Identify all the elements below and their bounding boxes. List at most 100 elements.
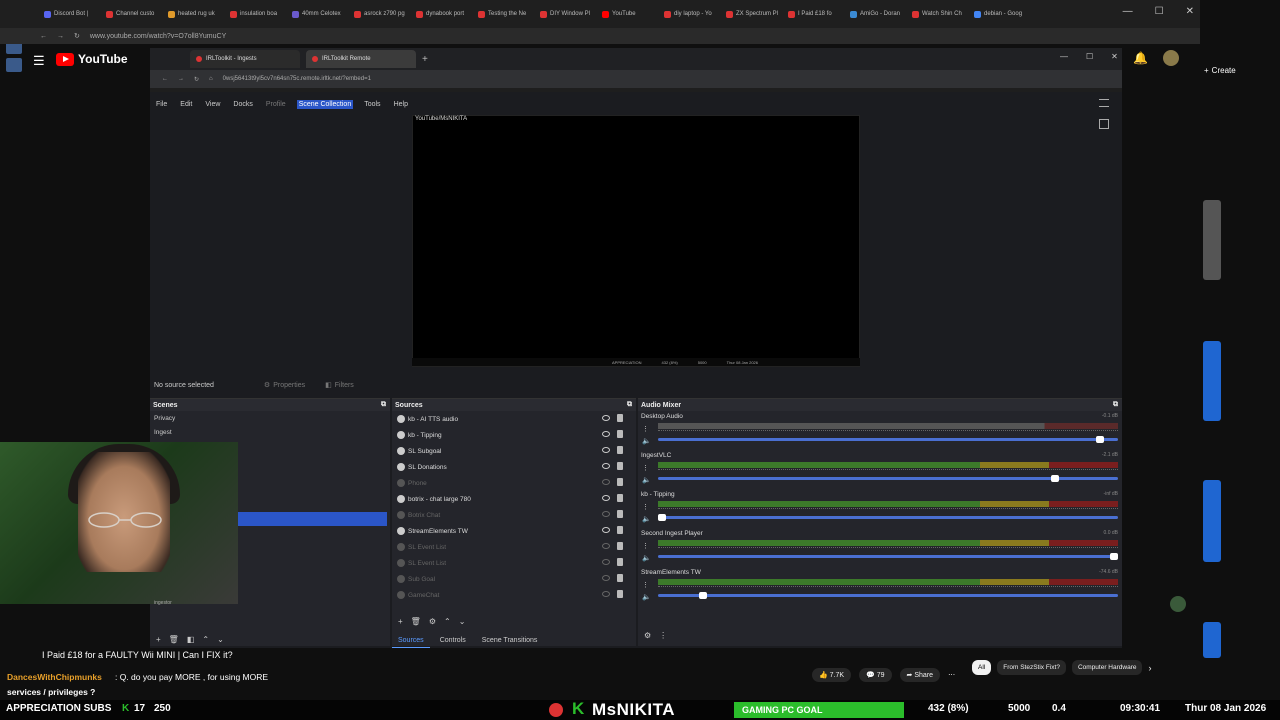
avatar[interactable] — [1163, 50, 1179, 66]
dislike-button[interactable]: 💬 79 — [859, 668, 892, 682]
menu-help[interactable]: Help — [392, 100, 410, 109]
lock-icon[interactable] — [617, 526, 623, 534]
visibility-eye-icon[interactable] — [602, 575, 610, 581]
source-item[interactable]: Sub Goal — [392, 571, 636, 587]
source-item[interactable]: SL Subgoal — [392, 443, 636, 459]
minimize-icon[interactable]: — — [1060, 52, 1068, 61]
share-button[interactable]: ➦ Share — [899, 668, 941, 682]
more-icon[interactable]: ⋮ — [659, 631, 667, 640]
visibility-eye-icon[interactable] — [602, 415, 610, 421]
outer-tab[interactable]: I Paid £18 fo — [784, 3, 844, 25]
reload-icon[interactable]: ↻ — [74, 32, 80, 40]
lock-icon[interactable] — [617, 510, 623, 518]
menu-profile[interactable]: Profile — [264, 100, 288, 109]
source-item[interactable]: SL Event List — [392, 555, 636, 571]
more-icon[interactable]: ⋮ — [642, 426, 649, 433]
visibility-eye-icon[interactable] — [602, 479, 610, 485]
source-item[interactable]: kb - Tipping — [392, 427, 636, 443]
outer-tab[interactable]: heated rug uk — [164, 3, 224, 25]
tab-scene-transitions[interactable]: Scene Transitions — [476, 634, 544, 648]
outer-tab[interactable]: dynabook port — [412, 3, 472, 25]
new-tab-icon[interactable]: + — [422, 54, 428, 65]
outer-tab[interactable]: insulation boa — [226, 3, 286, 25]
outer-tab[interactable]: DIY Window Pl — [536, 3, 596, 25]
video-thumbnail[interactable] — [1203, 622, 1221, 658]
menu-file[interactable]: File — [154, 100, 169, 109]
scene-item-privacy[interactable]: Privacy — [150, 411, 390, 425]
video-thumbnail[interactable] — [1203, 200, 1221, 280]
lock-icon[interactable] — [617, 446, 623, 454]
more-icon[interactable]: ⋮ — [642, 504, 649, 511]
outer-tab[interactable]: asrock z790 pg — [350, 3, 410, 25]
outer-tab[interactable]: Watch Shin Ch — [908, 3, 968, 25]
source-item[interactable]: Phone — [392, 475, 636, 491]
chip-from-channel[interactable]: From StezStix Fixt? — [997, 660, 1066, 675]
visibility-eye-icon[interactable] — [602, 511, 610, 517]
down-arrow-icon[interactable]: ⌄ — [459, 617, 466, 626]
visibility-eye-icon[interactable] — [602, 591, 610, 597]
reload-icon[interactable]: ↻ — [194, 76, 199, 83]
visibility-eye-icon[interactable] — [602, 463, 610, 469]
lock-icon[interactable] — [617, 558, 623, 566]
down-arrow-icon[interactable]: ⌄ — [217, 635, 224, 644]
selected-scene-highlight[interactable] — [238, 512, 387, 526]
youtube-logo[interactable]: YouTube — [56, 52, 128, 66]
outer-tab[interactable]: Testing the Ne — [474, 3, 534, 25]
up-arrow-icon[interactable]: ⌃ — [202, 635, 209, 644]
dock-float-icon[interactable]: ⧉ — [1113, 401, 1118, 409]
volume-knob[interactable] — [1110, 553, 1118, 560]
more-icon[interactable]: ⋯ — [948, 671, 955, 679]
trash-icon[interactable]: 🗑 — [411, 617, 421, 626]
menu-scene-collection[interactable]: Scene Collection — [296, 99, 354, 109]
back-icon[interactable]: ← — [162, 76, 168, 82]
menu-view[interactable]: View — [203, 100, 222, 109]
lock-icon[interactable] — [617, 478, 623, 486]
chip-computer-hardware[interactable]: Computer Hardware — [1071, 660, 1143, 675]
tab-ingests[interactable]: IRLToolkit - Ingests — [190, 50, 300, 68]
maximize-icon[interactable]: ☐ — [1155, 6, 1164, 17]
dock-float-icon[interactable]: ⧉ — [627, 401, 632, 409]
speaker-icon[interactable]: 🔈 — [642, 438, 651, 445]
outer-tab[interactable]: Discord Bot | — [40, 3, 100, 25]
volume-slider[interactable] — [658, 592, 1118, 599]
outer-tab[interactable]: YouTube — [598, 3, 658, 25]
back-icon[interactable]: ← — [40, 33, 47, 40]
video-thumbnail[interactable] — [1203, 480, 1221, 562]
outer-tab[interactable]: diy laptop - Yo — [660, 3, 720, 25]
menu-edit[interactable]: Edit — [178, 100, 194, 109]
visibility-eye-icon[interactable] — [602, 495, 610, 501]
lock-icon[interactable] — [617, 494, 623, 502]
preview-canvas[interactable] — [412, 115, 860, 367]
forward-icon[interactable]: → — [57, 33, 64, 40]
lock-icon[interactable] — [617, 462, 623, 470]
davinci-resolve-icon[interactable] — [6, 58, 22, 72]
url-text[interactable]: www.youtube.com/watch?v=O7oll8YumuCY — [90, 33, 226, 40]
volume-slider[interactable] — [658, 436, 1118, 443]
speaker-icon[interactable]: 🔈 — [642, 594, 651, 601]
filter-icon[interactable]: ◧ — [325, 381, 332, 389]
source-item[interactable]: SL Event List — [392, 539, 636, 555]
volume-slider[interactable] — [658, 475, 1118, 482]
visibility-eye-icon[interactable] — [602, 527, 610, 533]
volume-knob[interactable] — [1096, 436, 1105, 443]
filter-icon[interactable]: ◧ — [187, 635, 195, 644]
visibility-eye-icon[interactable] — [602, 543, 610, 549]
lock-icon[interactable] — [617, 430, 623, 438]
menu-docks[interactable]: Docks — [231, 100, 254, 109]
lock-icon[interactable] — [617, 414, 623, 422]
volume-slider[interactable] — [658, 553, 1118, 560]
close-icon[interactable]: ✕ — [1186, 6, 1194, 17]
floating-avatar[interactable] — [1170, 596, 1186, 612]
chevron-right-icon[interactable]: › — [1148, 663, 1151, 673]
minimize-icon[interactable]: — — [1123, 6, 1133, 17]
visibility-eye-icon[interactable] — [602, 447, 610, 453]
like-button[interactable]: 👍 7.7K — [812, 668, 852, 682]
speaker-icon[interactable]: 🔈 — [642, 555, 651, 562]
source-item[interactable]: kb - AI TTS audio — [392, 411, 636, 427]
outer-tab[interactable]: 40mm Celotex — [288, 3, 348, 25]
outer-tab[interactable]: debian - Goog — [970, 3, 1030, 25]
outer-tab[interactable]: AmiGo - Doran — [846, 3, 906, 25]
visibility-eye-icon[interactable] — [602, 431, 610, 437]
outer-tab[interactable]: Channel custo — [102, 3, 162, 25]
source-item[interactable]: GameChat — [392, 587, 636, 603]
